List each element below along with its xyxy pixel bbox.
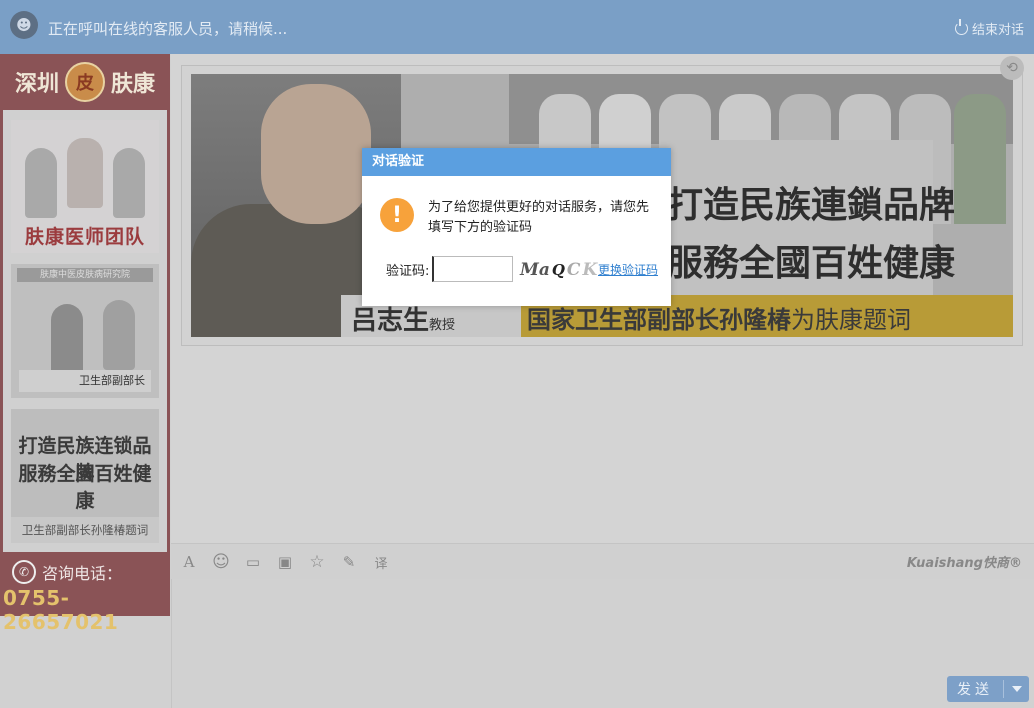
brand-right: 肤康 <box>111 71 156 97</box>
brand-left: 深圳 <box>14 71 59 97</box>
phone-label-text: 咨询电话： <box>42 564 123 583</box>
edit-icon[interactable]: ✎ <box>339 552 359 572</box>
calligraphy-line-2: 服務全國百姓健康 <box>18 463 152 512</box>
verification-dialog: 对话验证 ! 为了给您提供更好的对话服务，请您先填写下方的验证码 验证码: Ma… <box>362 148 671 306</box>
refresh-captcha-link[interactable]: 更换验证码 <box>598 261 658 278</box>
captcha-input[interactable] <box>432 256 513 282</box>
staff-group-photo <box>509 74 1013 224</box>
header-bar: ☻ 正在呼叫在线的客服人员，请稍候... 结束对话 <box>0 0 1034 54</box>
end-chat-button[interactable]: 结束对话 <box>954 19 1024 38</box>
phone-icon: ✆ <box>12 560 36 584</box>
message-input-area[interactable] <box>171 579 1034 708</box>
power-icon <box>954 19 968 35</box>
chevron-down-icon <box>1011 686 1022 692</box>
captcha-image[interactable]: Ma Q C K <box>520 258 598 282</box>
exclamation-icon: ! <box>380 198 414 232</box>
captcha-char-4: K <box>582 260 598 280</box>
calligraphy-card[interactable]: 打造民族连锁品牌 服務全國百姓健康 卫生部副部长孙隆椿题词 <box>11 409 159 543</box>
calligraphy-scroll: 打造民族連鎖品牌 服務全國百姓健康 <box>661 140 955 296</box>
calligraphy-caption: 卫生部副部长孙隆椿题词 <box>11 517 159 543</box>
captcha-label: 验证码: <box>386 264 430 279</box>
dialog-message: 为了给您提供更好的对话服务，请您先填写下方的验证码 <box>428 200 650 235</box>
photo-banner-text: 肤康中医皮肤病研究院 <box>17 268 153 282</box>
translate-icon[interactable]: 译 <box>371 552 391 572</box>
brand-logo: 深圳 皮 肤康 <box>0 54 170 110</box>
agent-avatar-icon: ☻ <box>10 11 38 39</box>
phone-label: ✆ 咨询电话： <box>12 560 122 584</box>
star-icon[interactable]: ☆ <box>307 552 327 572</box>
chat-toolbar: A ☺ ▭ ▣ ☆ ✎ 译 Kuaishang快商® <box>171 543 1034 579</box>
scroll-line-1: 打造民族連鎖品牌 <box>667 184 956 226</box>
brand-emblem-icon: 皮 <box>65 62 105 102</box>
brand-emblem-char: 皮 <box>76 73 94 94</box>
sidebar: 深圳 皮 肤康 肤康医师团队 肤康中医皮肤病研究院 卫生部副部长 打造民族连锁品… <box>0 54 170 634</box>
dialog-title: 对话验证 <box>362 148 671 176</box>
vice-minister-photo-card[interactable]: 肤康中医皮肤病研究院 卫生部副部长 <box>11 264 159 398</box>
phone-box: ✆ 咨询电话： 0755-26657021 <box>0 552 170 634</box>
captcha-char-2: Q <box>551 261 565 279</box>
doctor-team-title: 肤康医师团队 <box>24 226 145 248</box>
vendor-brand: Kuaishang快商® <box>906 556 1022 571</box>
captcha-char-3: C <box>566 260 581 280</box>
emoji-icon[interactable]: ☺ <box>211 552 231 572</box>
font-icon[interactable]: A <box>179 552 199 572</box>
scroll-line-2: 服務全國百姓健康 <box>667 242 956 284</box>
send-options-dropdown[interactable] <box>1004 686 1029 692</box>
send-button[interactable]: 发送 <box>947 676 1029 702</box>
doctor-team-card[interactable]: 肤康医师团队 <box>11 120 159 253</box>
image-icon[interactable]: ▣ <box>275 552 295 572</box>
phone-number: 0755-26657021 <box>3 586 119 634</box>
send-label: 发送 <box>957 682 993 698</box>
connection-status: 正在呼叫在线的客服人员，请稍候... <box>48 20 288 38</box>
folder-icon[interactable]: ▭ <box>243 552 263 572</box>
banner-toggle-icon[interactable]: ⟲ <box>1000 56 1024 80</box>
captcha-char-1: Ma <box>520 260 550 280</box>
photo-scroll-text: 卫生部副部长 <box>19 370 151 392</box>
end-chat-label: 结束对话 <box>971 23 1024 38</box>
